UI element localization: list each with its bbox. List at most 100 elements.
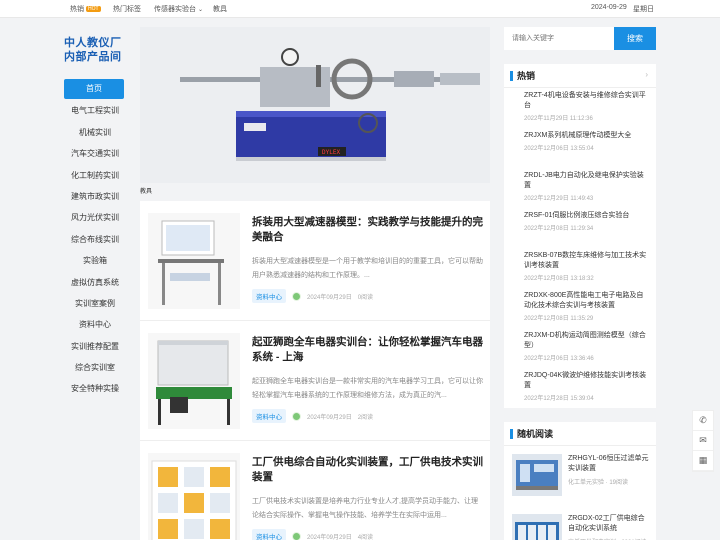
hot-list-item[interactable]: ZRSF-01伺服比例液压综合实验台 2022年12月08日 11:29:34 [504,208,656,248]
hot-list-item[interactable]: ZRJDQ-04K微波炉维修技能实训考核装置 2022年12月28日 15:39:… [504,368,656,408]
article-date: 2024年09月29日 [307,534,352,540]
article-meta: 资料中心 2024年09月29日 0阅读 [252,289,373,303]
topnav-tags[interactable]: 热门标签 [113,4,141,14]
article-date: 2024年09月29日 [307,294,352,301]
random-item-thumbnail[interactable] [512,454,562,496]
search-input[interactable] [504,27,614,50]
article-list: 拆装用大型减速器模型：实践教学与技能提升的完美融合拆装用大型减速器模型是一个用于… [140,201,490,540]
main-content: DYLEX 教具 拆装用大型减速器模型：实践教学与技能提升的完美融合 拆装用大型减… [140,27,490,540]
nav-item[interactable]: 虚拟仿真系统 [64,272,126,293]
hot-item-date: 2022年12月29日 11:49:43 [524,196,594,202]
hot-widget: 热销 › ZRZT-4机电设备安装与维修综合实训平台 2022年11月29日 11… [504,64,656,408]
nav-item[interactable]: 实训室案例 [64,293,126,314]
category-tag[interactable]: 资料中心 [252,529,286,540]
hot-list-item[interactable]: ZRSKB-07B数控车床维修与加工技术实训考核装置 2022年12月08日 13… [504,248,656,288]
article-title[interactable]: 起亚狮跑全车电器实训台：让你轻松掌握汽车电器系统 - 上海 [252,335,484,365]
article-meta: 资料中心 2024年09月29日 4阅读 [252,529,373,540]
nav-item[interactable]: 资料中心 [64,314,126,335]
article-title[interactable]: 工厂供电综合自动化实训装置，工厂供电技术实训装置 [252,455,484,485]
topnav-sensor[interactable]: 传感器实验台 ⌄ [154,4,203,14]
top-date: 2024-09-29 [591,4,627,11]
accent-bar [510,428,513,439]
chevron-right-icon[interactable]: › [645,70,648,79]
article-card[interactable]: 拆装用大型减速器模型：实践教学与技能提升的完美融合拆装用大型减速器模型是一个用于… [140,201,490,321]
hot-list-item[interactable]: ZRJXM系列机械原理传动模型大全 2022年12月06日 13:55:04 [504,128,656,168]
article-card[interactable]: 工厂供电综合自动化实训装置，工厂供电技术实训装置 工厂供电技术实训装置是培养电力行… [140,441,490,540]
panel-display-text: DYLEX [322,149,340,156]
phone-icon[interactable]: ✆ [693,411,713,431]
hot-item-date: 2022年12月08日 13:18:32 [524,276,594,282]
nav-item[interactable]: 安全特种实操 [64,378,126,399]
random-item-title[interactable]: ZRHGYL-06恒压过滤单元实训装置 [568,454,650,474]
random-list-item[interactable]: ZRGDX-02工厂供电综合自动化实训系统高低压供配电实训 · 6881阅读 [504,506,656,540]
hot-item-title[interactable]: ZRJDQ-04K微波炉维修技能实训考核装置 [524,368,648,391]
article-views: 0阅读 [357,294,374,301]
random-item-meta: 化工单元实验 · 19阅读 [568,480,629,486]
hot-item-title[interactable]: ZRJXM系列机械原理传动模型大全 [524,128,648,141]
hot-item-date: 2022年12月08日 11:29:34 [524,226,594,232]
hot-item-title[interactable]: ZRJXM-D机构运动简图测绘模型（综合型） [524,328,648,351]
nav-item[interactable]: 电气工程实训 [64,100,126,121]
article-thumbnail[interactable] [148,213,240,309]
article-thumbnail[interactable] [148,333,240,429]
hot-item-title[interactable]: ZRSKB-07B数控车床维修与加工技术实训考核装置 [524,248,648,271]
nav-item[interactable]: 首页 [64,79,124,99]
article-views: 4阅读 [357,534,374,540]
nav-item[interactable]: 综合布线实训 [64,229,126,250]
topnav-hot-label: 热销 [70,6,84,13]
hot-list: ZRZT-4机电设备安装与维修综合实训平台 2022年11月29日 11:12:3… [504,88,656,408]
hot-list-item[interactable]: ZRDL-JB电力自动化及继电保护实验装置 2022年12月29日 11:49:4… [504,168,656,208]
category-tag[interactable]: 资料中心 [252,409,286,423]
hot-list-item[interactable]: ZRJXM-D机构运动简图测绘模型（综合型） 2022年12月06日 13:36:… [504,328,656,368]
nav-item[interactable]: 实训推荐配置 [64,336,126,357]
article-views: 2阅读 [357,414,374,421]
random-item-text: ZRGDX-02工厂供电综合自动化实训系统高低压供配电实训 · 6881阅读 [562,514,650,540]
random-item-title[interactable]: ZRGDX-02工厂供电综合自动化实训系统 [568,514,650,534]
hot-item-title[interactable]: ZRZT-4机电设备安装与维修综合实训平台 [524,88,648,111]
qrcode-icon[interactable]: ▦ [693,451,713,471]
author-avatar-icon [292,291,301,301]
topnav-hot[interactable]: 热销 HOT [70,4,101,14]
accent-bar [510,70,513,81]
logo-line-1: 中人教仪厂 [64,36,122,49]
hot-item-title[interactable]: ZRDL-JB电力自动化及继电保护实验装置 [524,168,648,191]
hot-item-date: 2022年11月29日 11:12:36 [524,116,593,122]
article-thumbnail[interactable] [148,453,240,540]
article-title[interactable]: 拆装用大型减速器模型：实践教学与技能提升的完美融合 [252,215,484,245]
wechat-icon[interactable]: ✉ [693,431,713,451]
hot-item-date: 2022年12月28日 15:39:04 [524,396,594,402]
author-avatar-icon [292,531,301,540]
search-button[interactable]: 搜索 [614,27,656,50]
author-avatar-icon [292,411,301,421]
random-widget: 随机阅读 ZRHGYL-06恒压过滤单元实训装置化工单元实验 · 19阅读 ZRG… [504,422,656,540]
chevron-down-icon: ⌄ [198,7,204,13]
random-item-text: ZRHGYL-06恒压过滤单元实训装置化工单元实验 · 19阅读 [562,454,650,506]
hot-item-title[interactable]: ZRSF-01伺服比例液压综合实验台 [524,208,648,221]
nav-item[interactable]: 机械实训 [64,122,126,143]
nav-item[interactable]: 汽车交通实训 [64,143,126,164]
nav-item[interactable]: 风力光伏实训 [64,207,126,228]
topnav-teaching[interactable]: 教具 [213,4,227,14]
article-meta: 资料中心 2024年09月29日 2阅读 [252,409,373,423]
left-sidebar: 中人教仪厂 内部产品间 首页 电气工程实训 机械实训 汽车交通实训 化工制药实训 建筑市政… [64,36,126,400]
category-tag[interactable]: 资料中心 [252,289,286,303]
reducer-model-image: DYLEX [140,27,490,183]
random-widget-header: 随机阅读 [504,422,656,446]
article-excerpt: 起亚狮跑全车电器实训台是一款非常实用的汽车电器学习工具，它可以让你轻松掌握汽车电… [252,378,483,399]
main-nav: 首页 电气工程实训 机械实训 汽车交通实训 化工制药实训 建筑市政实训 风力光伏实训 综合布线… [64,79,126,400]
hot-item-title[interactable]: ZRDXK-800E高性能电工电子电路及自动化技术综合实训与考核装置 [524,288,648,311]
nav-item[interactable]: 综合实训室 [64,357,126,378]
site-logo[interactable]: 中人教仪厂 内部产品间 [64,36,126,64]
random-item-thumbnail[interactable] [512,514,562,540]
article-card[interactable]: 起亚狮跑全车电器实训台：让你轻松掌握汽车电器系统 - 上海起亚狮跑全车电器实训台… [140,321,490,441]
nav-item[interactable]: 化工制药实训 [64,165,126,186]
search-box: 搜索 [504,27,656,50]
nav-item[interactable]: 实验箱 [64,250,126,271]
topnav-sensor-label: 传感器实验台 [154,6,196,13]
hot-list-item[interactable]: ZRZT-4机电设备安装与维修综合实训平台 2022年11月29日 11:12:3… [504,88,656,128]
random-list-item[interactable]: ZRHGYL-06恒压过滤单元实训装置化工单元实验 · 19阅读 [504,446,656,506]
hot-list-item[interactable]: ZRDXK-800E高性能电工电子电路及自动化技术综合实训与考核装置 2022年1… [504,288,656,328]
nav-item[interactable]: 建筑市政实训 [64,186,126,207]
article-excerpt: 拆装用大型减速器模型是一个用于教学和培训目的的重要工具，它可以帮助用户熟悉减速器… [252,258,483,279]
hero-slide[interactable]: DYLEX [140,27,490,183]
